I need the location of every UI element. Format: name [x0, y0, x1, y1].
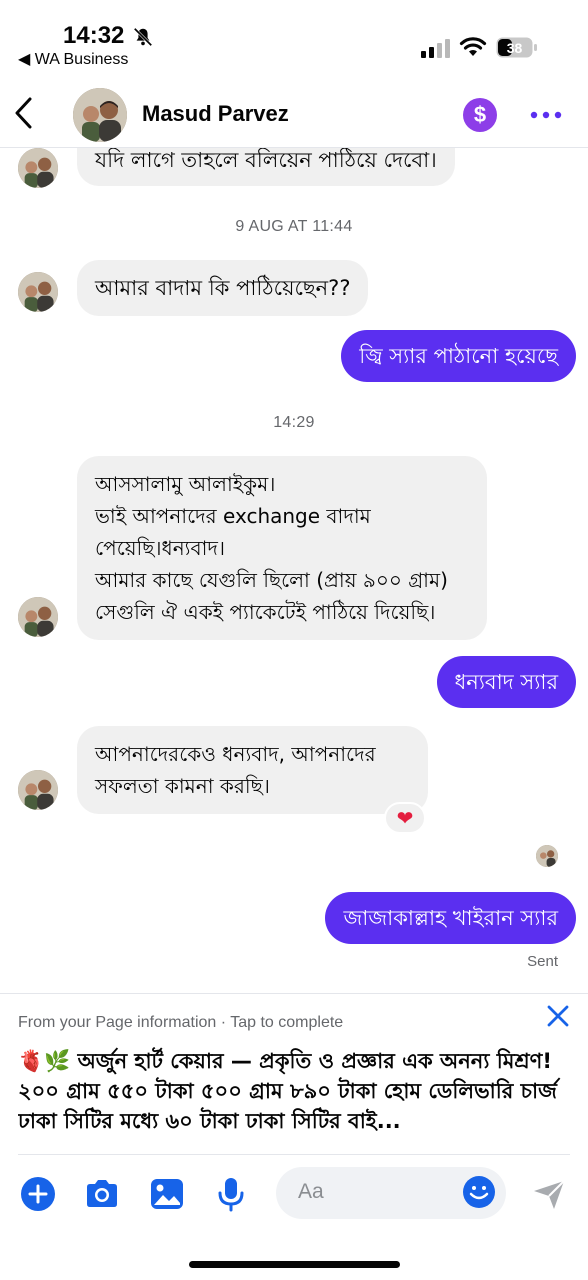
message-list[interactable]: যদি লাগে তাহলে বলিয়েন পাঠিয়ে দেবো। 9 A…: [0, 148, 588, 993]
more-dots-icon[interactable]: [530, 110, 562, 120]
message-line: পেয়েছি।ধন্যবাদ।: [95, 536, 226, 560]
message-line: আসসালামু আলাইকুম।: [95, 472, 276, 496]
banner-label[interactable]: From your Page information · Tap to comp…: [18, 1014, 343, 1032]
message-input-placeholder: Aa: [298, 1180, 324, 1203]
battery-level: 38: [507, 40, 523, 56]
wifi-icon: [459, 37, 487, 56]
sender-avatar[interactable]: [18, 272, 58, 312]
message-line: ভাই আপনাদের exchange বাদাম: [95, 504, 371, 528]
message-bubble-incoming[interactable]: আসসালামু আলাইকুম। ভাই আপনাদের exchange ব…: [77, 456, 487, 640]
message-bubble-outgoing[interactable]: জ্বি স্যার পাঠানো হয়েছে: [341, 330, 576, 382]
message-bubble-outgoing[interactable]: ধন্যবাদ স্যার: [436, 656, 576, 708]
battery-icon: 38: [496, 37, 537, 58]
dollar-icon[interactable]: $: [463, 98, 497, 132]
chevron-left-icon[interactable]: [12, 96, 36, 130]
send-icon[interactable]: [530, 1175, 568, 1213]
message-bubble-incoming[interactable]: আপনাদেরকেও ধন্যবাদ, আপনাদের সফলতা কামনা …: [77, 726, 428, 814]
message-text: জাজাকাল্লাহ খাইরান স্যার: [343, 906, 558, 930]
banner-text[interactable]: 🫀🌿 অর্জুন হার্ট কেয়ার — প্রকৃতি ও প্রজ্…: [18, 1046, 570, 1136]
message-line: সেগুলি ঐ একই প্যাকেটেই পাঠিয়ে দিয়েছি।: [95, 600, 436, 624]
contact-avatar[interactable]: [73, 88, 127, 142]
message-timestamp: 14:29: [273, 414, 315, 431]
microphone-icon[interactable]: [212, 1175, 250, 1213]
back-to-app-link[interactable]: ◀ WA Business: [18, 49, 128, 69]
camera-icon[interactable]: [83, 1175, 121, 1213]
cellular-signal-icon: [421, 39, 450, 58]
status-time: 14:32: [63, 22, 125, 49]
seen-receipt-avatar: [536, 845, 558, 867]
heart-reaction-icon[interactable]: ❤: [384, 802, 426, 834]
message-bubble-outgoing[interactable]: জাজাকাল্লাহ খাইরান স্যার: [325, 892, 576, 944]
message-composer: Aa: [0, 1155, 588, 1235]
message-text: ধন্যবাদ স্যার: [454, 670, 558, 694]
message-text: আমার বাদাম কি পাঠিয়েছেন??: [95, 276, 351, 300]
message-bubble-incoming[interactable]: যদি লাগে তাহলে বলিয়েন পাঠিয়ে দেবো।: [77, 148, 455, 186]
silent-bell-icon: [133, 27, 153, 47]
message-text: যদি লাগে তাহলে বলিয়েন পাঠিয়ে দেবো।: [95, 148, 437, 172]
sender-avatar[interactable]: [18, 770, 58, 810]
message-line: আপনাদেরকেও ধন্যবাদ, আপনাদের: [95, 742, 376, 766]
sender-avatar[interactable]: [18, 148, 58, 188]
plus-icon[interactable]: [19, 1175, 57, 1213]
message-line: সফলতা কামনা করছি।: [95, 774, 270, 798]
emoji-icon[interactable]: [462, 1175, 496, 1209]
chat-header: Masud Parvez $: [0, 80, 588, 148]
sender-avatar[interactable]: [18, 597, 58, 637]
message-status: Sent: [527, 953, 558, 970]
status-bar: 14:32 ◀ WA Business 38: [0, 0, 588, 72]
message-timestamp: 9 AUG AT 11:44: [235, 218, 353, 235]
gallery-icon[interactable]: [148, 1175, 186, 1213]
message-bubble-incoming[interactable]: আমার বাদাম কি পাঠিয়েছেন??: [77, 260, 369, 316]
message-line: আমার কাছে যেগুলি ছিলো (প্রায় ৯০০ গ্রাম): [95, 568, 448, 592]
page-info-banner[interactable]: From your Page information · Tap to comp…: [0, 993, 588, 1155]
contact-name[interactable]: Masud Parvez: [142, 101, 289, 127]
home-indicator[interactable]: [189, 1261, 400, 1268]
message-text: জ্বি স্যার পাঠানো হয়েছে: [359, 344, 558, 368]
close-icon[interactable]: [544, 1002, 572, 1030]
